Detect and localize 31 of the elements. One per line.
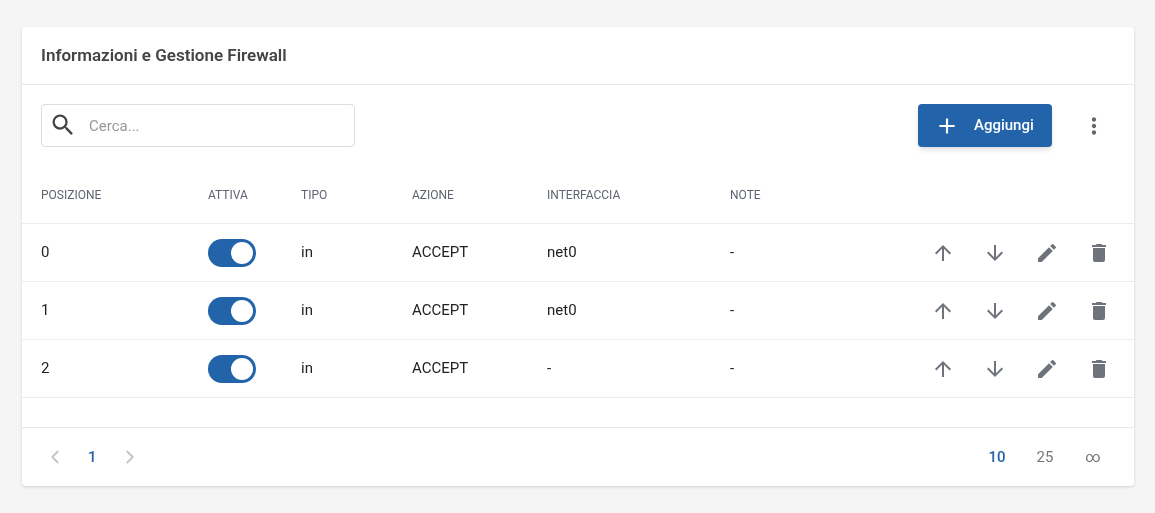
add-button[interactable]: Aggiungi — [918, 104, 1052, 147]
column-header: TIPO — [301, 187, 328, 204]
toggle-switch[interactable] — [208, 238, 256, 267]
page-size-option[interactable]: 25 — [1036, 445, 1054, 469]
table-cell-text: 1 — [41, 300, 50, 322]
table-cell-text: in — [301, 358, 313, 380]
toggle-switch[interactable] — [208, 296, 256, 325]
page-link[interactable]: 1 — [88, 445, 97, 469]
table-cell-text: 2 — [41, 358, 50, 380]
table-cell-text: ACCEPT — [412, 358, 469, 380]
column-header: INTERFACCIA — [547, 187, 621, 204]
search-field[interactable]: Cerca... — [41, 104, 355, 147]
table-cell-text: - — [730, 358, 735, 380]
table-cell-text: - — [547, 358, 552, 380]
card-title: Informazioni e Gestione Firewall — [41, 43, 287, 67]
table-cell-text: 0 — [41, 242, 50, 264]
column-header: NOTE — [730, 187, 761, 204]
page-size-option[interactable]: ∞ — [1084, 445, 1102, 469]
table-cell-text: in — [301, 242, 313, 264]
column-header: POSIZIONE — [41, 187, 102, 204]
table-cell-text: - — [730, 300, 735, 322]
column-header: ATTIVA — [208, 187, 248, 204]
toggle-switch[interactable] — [208, 354, 256, 383]
table-cell-text: ACCEPT — [412, 242, 469, 264]
table-cell-text: in — [301, 300, 313, 322]
table-cell-text: ACCEPT — [412, 300, 469, 322]
table-cell-text: - — [730, 242, 735, 264]
table-cell-text: net0 — [547, 242, 577, 264]
table-cell-text: net0 — [547, 300, 577, 322]
page-size-option[interactable]: 10 — [988, 445, 1006, 469]
column-header: AZIONE — [412, 187, 454, 204]
